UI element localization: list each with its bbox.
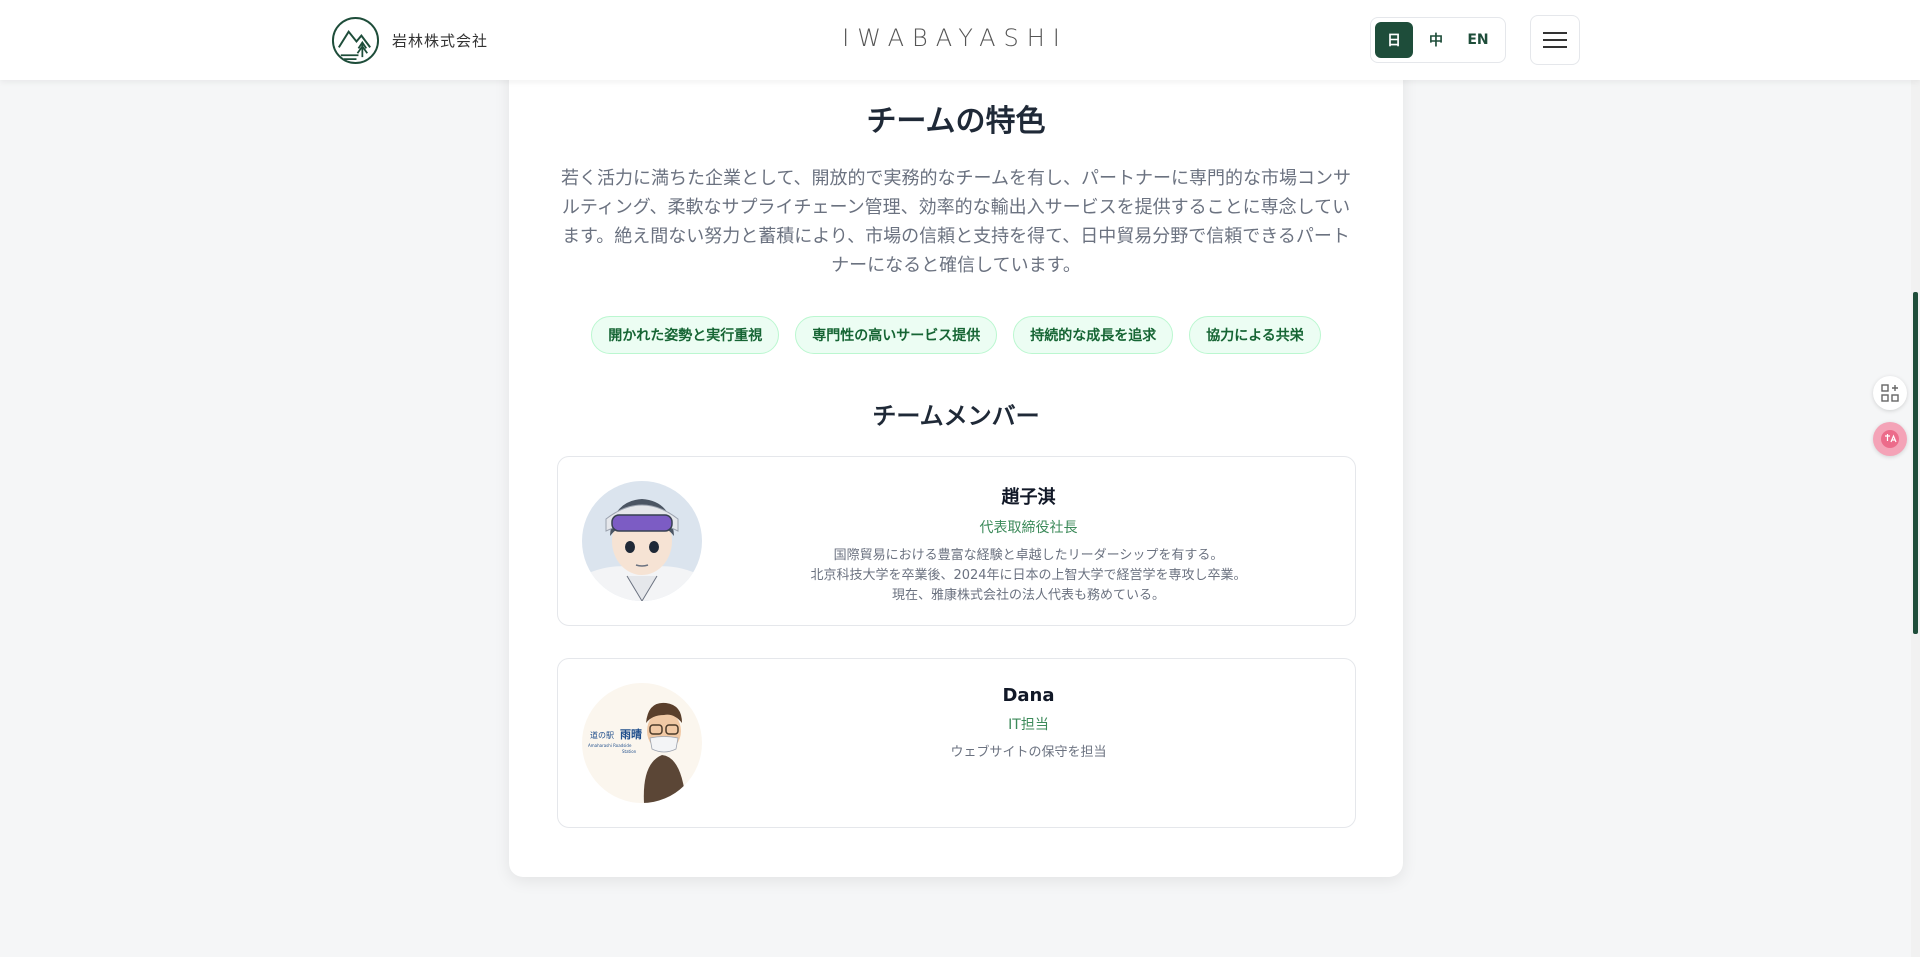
member-info: 趙子淇 代表取締役社長 国際貿易における豊富な経験と卓越したリーダーシップを有す… — [702, 483, 1355, 606]
feature-tag: 持続的な成長を追求 — [1013, 316, 1174, 354]
lang-zh-button[interactable]: 中 — [1417, 22, 1455, 58]
translate-icon[interactable] — [1873, 422, 1907, 456]
intro-line: 若く活力に満ちた企業として、開放的で実務的なチームを有し、パートナーに専門的な市… — [560, 168, 1351, 189]
intro-line: ルティング、柔軟なサプライチェーン管理、効率的な輸出入サービスを提供することに専… — [561, 197, 1351, 218]
lang-ja-button[interactable]: 日 — [1375, 22, 1413, 58]
member-role: 代表取締役社長 — [979, 520, 1078, 536]
app-grid-icon[interactable] — [1873, 376, 1907, 410]
member-description: 国際貿易における豊富な経験と卓越したリーダーシップを有する。 北京科技大学を卒業… — [702, 546, 1355, 606]
site-header: 岩林株式会社 IWABAYASHI 日 中 EN — [0, 0, 1920, 80]
feature-tag: 協力による共栄 — [1189, 316, 1321, 354]
avatar-sign-text: 道の駅 — [590, 730, 614, 740]
feature-tag: 開かれた姿勢と実行重視 — [591, 316, 780, 354]
intro-line: ます。絶え間ない努力と蓄積により、市場の信頼と支持を得て、日中貿易分野で信頼でき… — [562, 226, 1350, 247]
desc-line: 北京科技大学を卒業後、2024年に日本の上智大学で経営学を専攻し卒業。 — [810, 568, 1247, 583]
member-avatar — [582, 481, 702, 601]
member-name: 趙子淇 — [1001, 487, 1056, 508]
avatar-sign-text: Station — [622, 749, 637, 754]
team-title: チームメンバー — [872, 402, 1040, 430]
member-card: 趙子淇 代表取締役社長 国際貿易における豊富な経験と卓越したリーダーシップを有す… — [557, 456, 1356, 626]
member-avatar: 道の駅 雨晴 Amaharashi Roadside Station — [582, 683, 702, 803]
scrollbar-thumb[interactable] — [1913, 292, 1918, 634]
member-description: ウェブサイトの保守を担当 — [702, 743, 1355, 763]
avatar-sign-text: 雨晴 — [620, 727, 642, 741]
team-section-card: チームの特色 若く活力に満ちた企業として、開放的で実務的なチームを有し、パートナ… — [509, 40, 1403, 877]
desc-line: ウェブサイトの保守を担当 — [950, 745, 1107, 760]
hamburger-menu-icon[interactable] — [1530, 15, 1580, 65]
member-card: 道の駅 雨晴 Amaharashi Roadside Station Dana … — [557, 658, 1356, 828]
features-intro: 若く活力に満ちた企業として、開放的で実務的なチームを有し、パートナーに専門的な市… — [559, 164, 1353, 280]
avatar-sign-text: Amaharashi Roadside — [588, 743, 632, 748]
language-switcher: 日 中 EN — [1370, 17, 1506, 63]
brand-wordmark: IWABAYASHI — [842, 24, 1068, 52]
desc-line: 現在、雅康株式会社の法人代表も務めている。 — [891, 588, 1165, 603]
intro-line: ナーになると確信しています。 — [831, 255, 1081, 276]
feature-tag: 専門性の高いサービス提供 — [795, 316, 998, 354]
lang-en-button[interactable]: EN — [1459, 22, 1497, 58]
feature-tags: 開かれた姿勢と実行重視 専門性の高いサービス提供 持続的な成長を追求 協力による… — [509, 316, 1403, 354]
features-title: チームの特色 — [866, 104, 1046, 139]
member-role: IT担当 — [1008, 717, 1049, 733]
member-name: Dana — [1002, 685, 1055, 706]
desc-line: 国際貿易における豊富な経験と卓越したリーダーシップを有する。 — [833, 548, 1224, 563]
member-info: Dana IT担当 ウェブサイトの保守を担当 — [702, 685, 1355, 763]
